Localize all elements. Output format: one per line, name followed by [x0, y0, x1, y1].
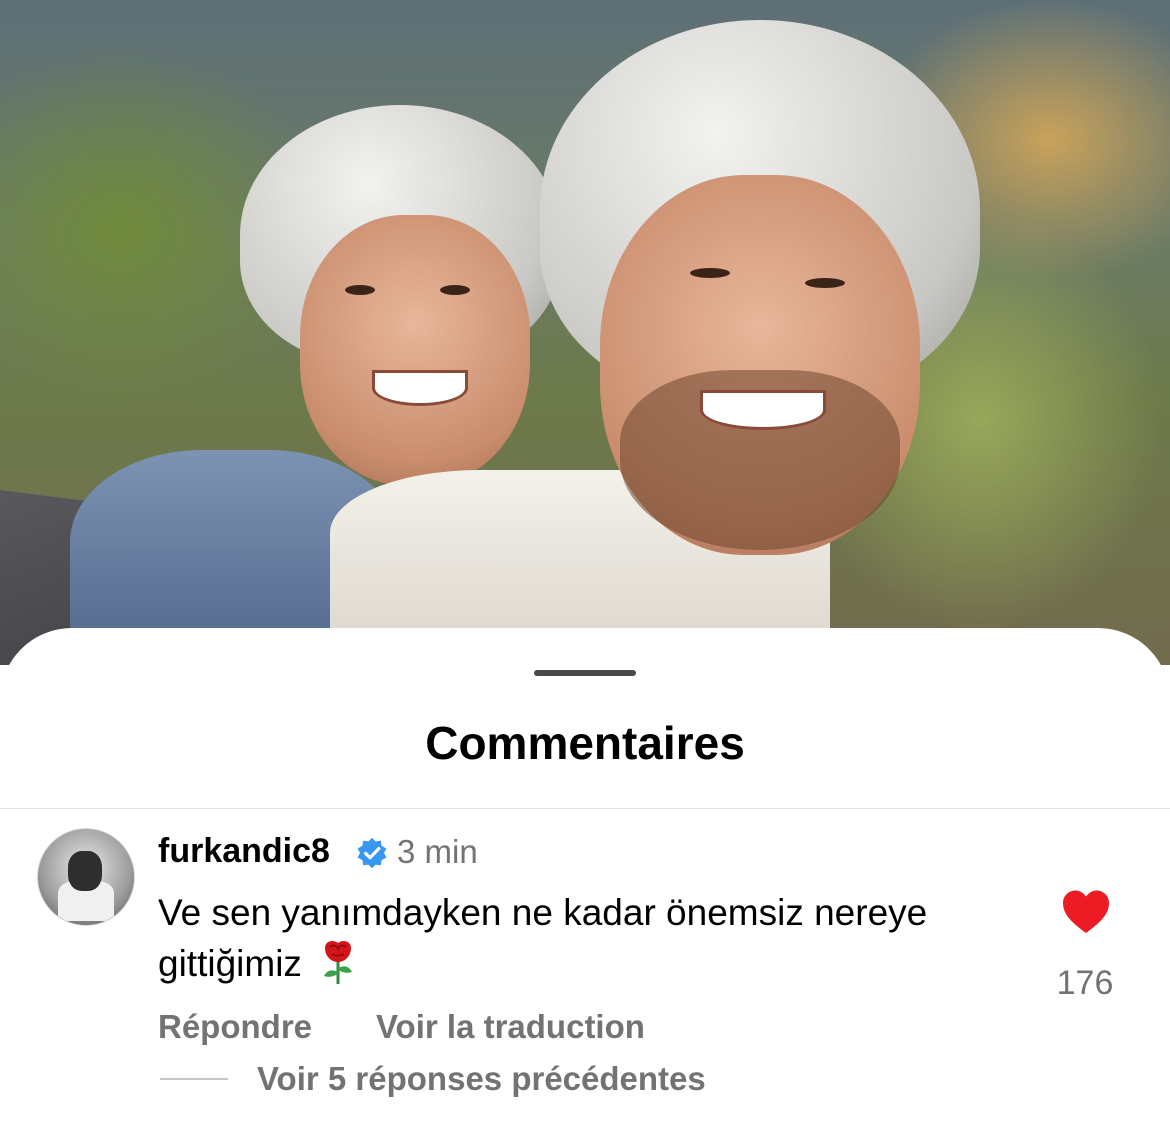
sheet-title: Commentaires: [425, 717, 745, 769]
woman-face: [300, 215, 530, 485]
reply-button[interactable]: Répondre: [158, 1008, 312, 1046]
avatar-figure-head: [68, 851, 102, 891]
see-translation-button[interactable]: Voir la traduction: [376, 1008, 645, 1046]
man-eye-right: [805, 278, 845, 288]
comment-text: Ve sen yanımdayken ne kadar önemsiz nere…: [158, 888, 978, 989]
man-eye-left: [690, 268, 730, 278]
like-heart-icon[interactable]: [1061, 889, 1111, 935]
woman-smile: [372, 370, 468, 406]
post-photo: [0, 0, 1170, 665]
header-divider: [0, 808, 1170, 809]
comment-username[interactable]: furkandic8: [158, 832, 330, 871]
comment-timestamp: 3 min: [397, 833, 478, 870]
like-count: 176: [1056, 964, 1114, 1002]
comment-text-body: Ve sen yanımdayken ne kadar önemsiz nere…: [158, 892, 928, 984]
sheet-grabber-handle[interactable]: [534, 670, 636, 676]
verified-badge-icon: [357, 837, 387, 869]
view-previous-replies-button[interactable]: Voir 5 réponses précédentes: [257, 1060, 706, 1098]
replies-divider-line: [160, 1078, 228, 1080]
rose-icon: [324, 940, 353, 984]
man-smile: [700, 390, 826, 430]
woman-eye-left: [345, 285, 375, 295]
woman-eye-right: [440, 285, 470, 295]
comments-sheet: Commentaires furkandic8 3 min Ve sen yan…: [0, 628, 1170, 1132]
avatar[interactable]: [37, 828, 135, 926]
